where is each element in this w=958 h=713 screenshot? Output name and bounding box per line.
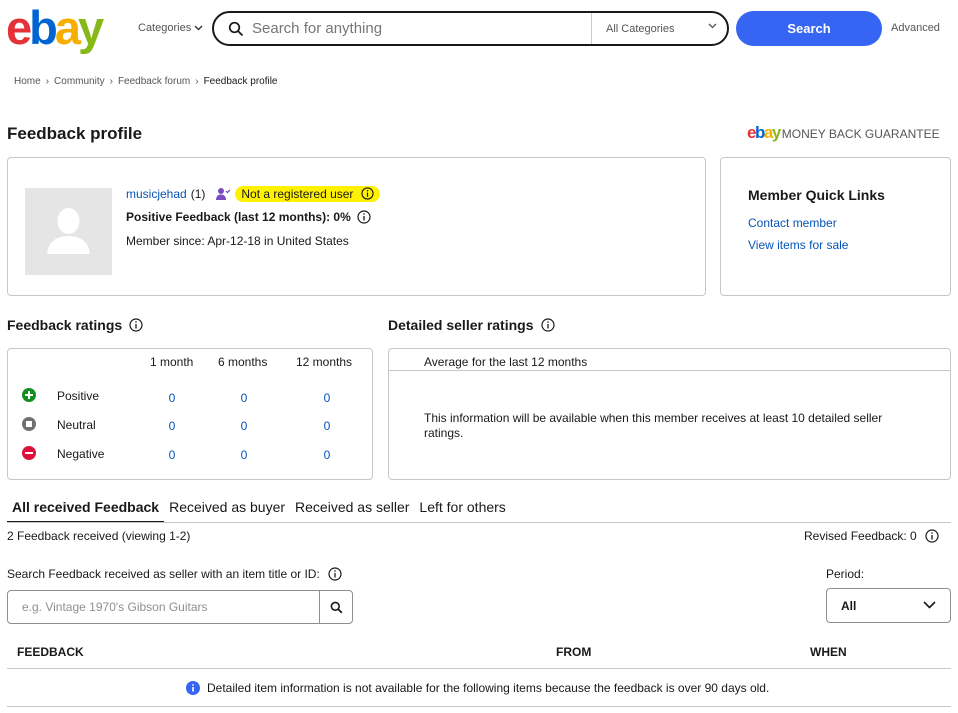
info-icon[interactable] xyxy=(361,187,374,200)
positive-feedback-row: Positive Feedback (last 12 months): 0% xyxy=(126,210,371,224)
info-icon[interactable] xyxy=(540,318,555,332)
detailed-seller-ratings-heading: Detailed seller ratings xyxy=(388,317,555,333)
column-header-from: FROM xyxy=(556,645,592,659)
column-header-6-months: 6 months xyxy=(218,355,268,369)
ratings-unavailable-message: This information will be available when … xyxy=(424,411,883,440)
feedback-search-label: Search Feedback received as seller with … xyxy=(7,567,342,581)
feedback-search-input[interactable] xyxy=(8,591,320,623)
mbg-text: MONEY BACK GUARANTEE xyxy=(781,127,940,141)
breadcrumb-current: Feedback profile xyxy=(203,76,278,87)
breadcrumb-feedback-forum[interactable]: Feedback forum xyxy=(118,76,190,87)
period-select-value: All xyxy=(841,598,857,613)
old-feedback-notice: Detailed item information is not availab… xyxy=(186,681,769,695)
username-link[interactable]: musicjehad xyxy=(126,187,187,201)
feedback-score[interactable]: (1) xyxy=(191,187,206,201)
feedback-search-box xyxy=(7,590,353,624)
tab-received-as-seller[interactable]: Received as seller xyxy=(290,497,414,523)
rating-value[interactable]: 0 xyxy=(162,419,182,433)
view-items-link[interactable]: View items for sale xyxy=(748,238,848,252)
money-back-guarantee-badge[interactable]: ebay MONEY BACK GUARANTEE xyxy=(747,123,940,143)
search-icon xyxy=(330,601,342,613)
chevron-down-icon xyxy=(194,25,203,31)
mbg-logo: ebay xyxy=(747,123,781,142)
column-header-12-months: 12 months xyxy=(296,355,353,369)
tab-received-as-buyer[interactable]: Received as buyer xyxy=(164,497,290,523)
info-icon[interactable] xyxy=(357,210,371,224)
rating-value[interactable]: 0 xyxy=(317,419,337,433)
revised-feedback: Revised Feedback: 0 xyxy=(804,529,939,543)
member-since: Member since: Apr-12-18 in United States xyxy=(126,234,349,248)
feedback-count: 2 Feedback received (viewing 1-2) xyxy=(7,529,191,543)
rating-value[interactable]: 0 xyxy=(234,448,254,462)
info-icon[interactable] xyxy=(129,318,143,332)
rating-value[interactable]: 0 xyxy=(317,391,337,405)
average-period-label: Average for the last 12 months xyxy=(424,355,588,369)
info-icon[interactable] xyxy=(328,567,342,581)
rating-value[interactable]: 0 xyxy=(234,419,254,433)
search-input[interactable] xyxy=(252,20,582,37)
feedback-search-button[interactable] xyxy=(319,591,352,623)
breadcrumb-community[interactable]: Community xyxy=(54,76,105,87)
category-select[interactable]: All Categories xyxy=(591,13,729,44)
positive-icon xyxy=(22,388,36,402)
chevron-right-icon: › xyxy=(195,76,199,87)
user-verified-icon xyxy=(216,188,231,200)
registration-status: Not a registered user xyxy=(235,186,380,202)
feedback-ratings-heading: Feedback ratings xyxy=(7,317,143,333)
breadcrumb-home[interactable]: Home xyxy=(14,76,41,87)
rating-value[interactable]: 0 xyxy=(162,448,182,462)
chevron-down-icon xyxy=(708,23,717,29)
rating-label-negative: Negative xyxy=(57,447,105,461)
avatar xyxy=(25,188,112,275)
info-icon[interactable] xyxy=(925,529,939,543)
feedback-tabs: All received Feedback Received as buyer … xyxy=(7,497,511,523)
quick-links-title: Member Quick Links xyxy=(748,187,885,203)
chevron-right-icon: › xyxy=(45,76,50,87)
divider xyxy=(7,522,951,523)
negative-icon xyxy=(22,446,36,460)
divider xyxy=(389,370,950,371)
divider xyxy=(7,668,951,669)
breadcrumb: Home › Community › Feedback forum › Feed… xyxy=(14,76,278,87)
categories-label: Categories xyxy=(138,22,192,34)
rating-value[interactable]: 0 xyxy=(234,391,254,405)
divider xyxy=(7,706,951,707)
column-header-when: WHEN xyxy=(810,645,847,659)
info-icon xyxy=(186,681,200,695)
rating-label-neutral: Neutral xyxy=(57,418,96,432)
username-row: musicjehad (1) Not a registered user xyxy=(126,186,380,202)
period-label: Period: xyxy=(826,567,865,581)
column-header-1-month: 1 month xyxy=(150,355,194,369)
advanced-search-link[interactable]: Advanced xyxy=(891,22,940,34)
tab-left-for-others[interactable]: Left for others xyxy=(414,497,510,523)
page-title: Feedback profile xyxy=(7,124,143,143)
categories-button[interactable]: Categories xyxy=(138,22,203,34)
ebay-logo[interactable]: ebay xyxy=(6,4,104,51)
rating-label-positive: Positive xyxy=(57,389,100,403)
contact-member-link[interactable]: Contact member xyxy=(748,216,837,230)
column-header-feedback: FEEDBACK xyxy=(17,645,84,659)
rating-value[interactable]: 0 xyxy=(317,448,337,462)
search-bar: All Categories xyxy=(212,11,729,46)
search-button[interactable]: Search xyxy=(736,11,882,46)
user-silhouette-icon xyxy=(47,208,90,254)
rating-value[interactable]: 0 xyxy=(162,391,182,405)
chevron-right-icon: › xyxy=(109,76,113,87)
neutral-icon xyxy=(22,417,36,431)
tab-all-received[interactable]: All received Feedback xyxy=(7,497,165,523)
chevron-down-icon xyxy=(923,601,936,609)
positive-feedback-percent: Positive Feedback (last 12 months): 0% xyxy=(126,210,351,224)
category-select-value: All Categories xyxy=(606,22,675,35)
period-select[interactable]: All xyxy=(826,588,951,623)
search-icon xyxy=(228,21,244,36)
